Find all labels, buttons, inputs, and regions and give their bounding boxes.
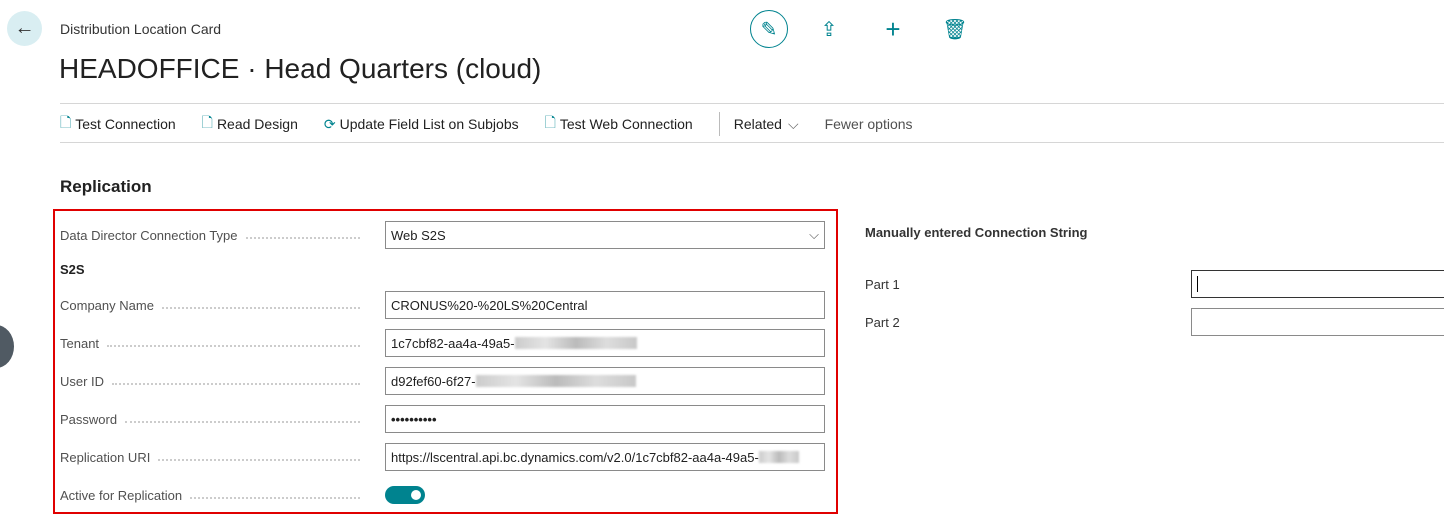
action-bar: 🗋 Test Connection 🗋 Read Design ⟳ Update Fi… [60, 112, 939, 136]
document-icon: 🗋 [60, 114, 72, 130]
delete-button[interactable]: 🗑 [936, 10, 974, 48]
active-for-replication-toggle[interactable] [385, 486, 425, 504]
document-icon: 🗋 [201, 114, 213, 130]
plus-icon: + [885, 13, 901, 44]
share-icon: ⇪ [820, 18, 838, 41]
part1-input[interactable] [1191, 270, 1444, 298]
back-button[interactable]: ← [7, 11, 42, 46]
section-title[interactable]: Replication [60, 177, 152, 197]
document-icon: 🗋 [544, 114, 556, 130]
divider [60, 142, 1444, 143]
new-button[interactable]: + [874, 10, 912, 48]
redacted [475, 375, 636, 387]
side-panel-handle[interactable] [0, 325, 14, 368]
redacted [758, 451, 799, 463]
page-title: HEADOFFICE · Head Quarters (cloud) [59, 53, 542, 84]
field-label: Part 1 [865, 277, 900, 292]
arrow-left-icon: ← [14, 17, 35, 39]
field-label: Data Director Connection Type [60, 225, 370, 245]
field-label: Password [60, 409, 370, 429]
pencil-icon: ✎ [760, 18, 778, 41]
user-id-input[interactable]: d92fef60-6f27- [385, 367, 825, 395]
divider [60, 103, 1444, 104]
group-title: Manually entered Connection String [865, 225, 1088, 240]
field-label: Active for Replication [60, 485, 370, 505]
field-label: Part 2 [865, 315, 900, 330]
connection-type-select[interactable]: Web S2S ⌵ [385, 221, 825, 249]
trash-icon: 🗑 [942, 18, 968, 41]
password-input[interactable]: •••••••••• [385, 405, 825, 433]
refresh-icon: ⟳ [323, 115, 336, 132]
field-label: Replication URI [60, 447, 370, 467]
field-label: Tenant [60, 333, 370, 353]
separator [718, 112, 720, 136]
test-web-connection-button[interactable]: 🗋 Test Web Connection [545, 112, 693, 136]
group-label: S2S [60, 262, 85, 277]
fewer-options-button[interactable]: Fewer options [825, 116, 913, 132]
field-label: Company Name [60, 295, 370, 315]
chevron-down-icon: ⌵ [787, 115, 799, 132]
related-menu[interactable]: Related ⌵ [734, 116, 799, 133]
update-field-list-button[interactable]: ⟳ Update Field List on Subjobs [324, 116, 519, 133]
read-design-button[interactable]: 🗋 Read Design [202, 112, 298, 136]
test-connection-button[interactable]: 🗋 Test Connection [60, 112, 176, 136]
company-name-input[interactable]: CRONUS%20-%20LS%20Central [385, 291, 825, 319]
part2-input[interactable] [1191, 308, 1444, 336]
chevron-down-icon: ⌵ [809, 227, 819, 242]
breadcrumb: Distribution Location Card [60, 21, 222, 37]
tenant-input[interactable]: 1c7cbf82-aa4a-49a5- [385, 329, 825, 357]
edit-button[interactable]: ✎ [750, 10, 788, 48]
redacted [514, 337, 637, 349]
share-button[interactable]: ⇪ [810, 10, 848, 48]
replication-uri-input[interactable]: https://lscentral.api.bc.dynamics.com/v2… [385, 443, 825, 471]
field-label: User ID [60, 371, 370, 391]
